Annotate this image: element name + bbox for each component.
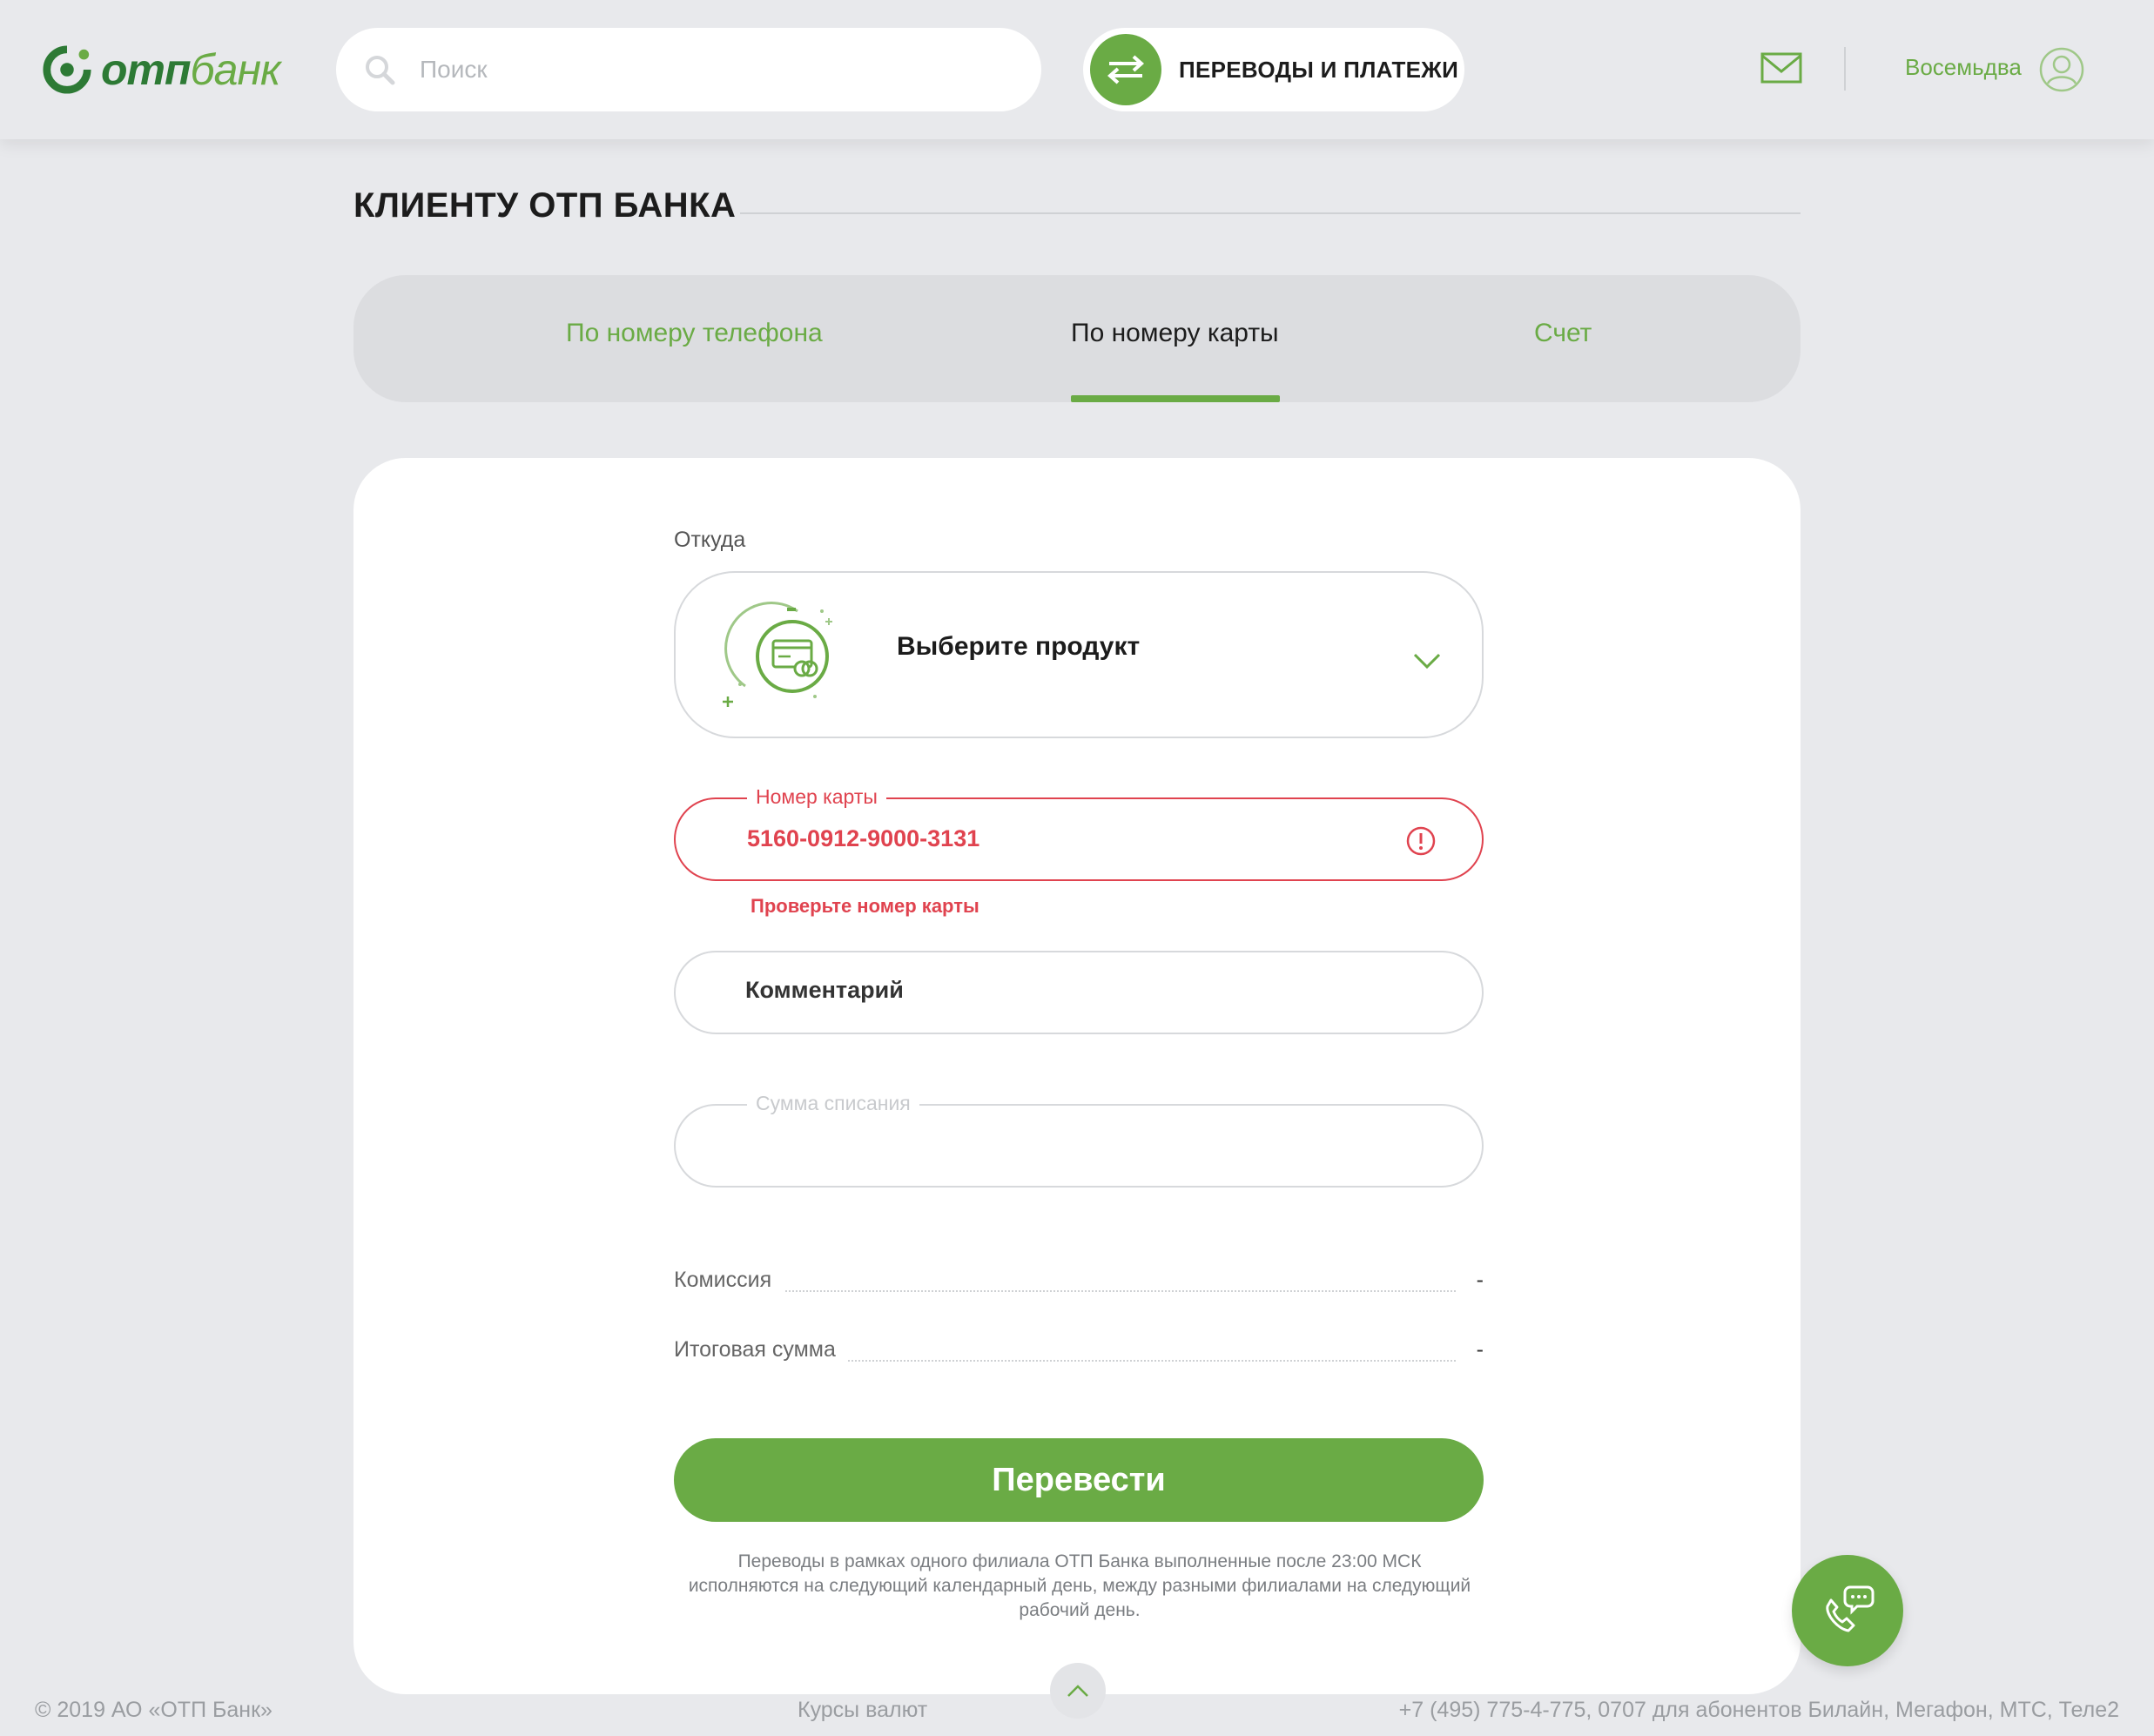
logo-otp: ОТП — [101, 45, 192, 94]
otp-logo-icon — [43, 45, 91, 94]
transfer-arrows-icon — [1090, 34, 1161, 105]
search-bar[interactable] — [336, 28, 1041, 111]
transfer-type-tabs: По номеру телефона По номеру карты Счет — [353, 275, 1801, 402]
card-number-label: Номер карты — [747, 785, 886, 809]
amount-input[interactable] — [747, 1132, 1374, 1159]
transfers-button[interactable]: ПЕРЕВОДЫ И ПЛАТЕЖИ — [1083, 28, 1464, 111]
commission-row: Комиссия - — [674, 1268, 1484, 1302]
search-input[interactable] — [420, 56, 942, 84]
active-tab-indicator — [1071, 395, 1280, 402]
chevron-up-icon — [1067, 1685, 1088, 1697]
user-avatar-icon[interactable] — [2039, 47, 2084, 92]
amount-field[interactable]: Сумма списания — [674, 1092, 1484, 1188]
error-exclamation-icon — [1406, 826, 1436, 856]
total-value: - — [1476, 1337, 1484, 1362]
tab-by-card[interactable]: По номеру карты — [1071, 319, 1279, 348]
transfer-note: Переводы в рамках одного филиала ОТП Бан… — [688, 1551, 1471, 1620]
card-number-error: Проверьте номер карты — [751, 895, 979, 917]
search-icon — [366, 56, 395, 85]
product-select-placeholder: Выберите продукт — [897, 632, 1141, 661]
dotted-leader — [674, 1290, 1456, 1292]
logo-bank: банк — [190, 45, 281, 94]
footer-copyright: © 2019 АО «ОТП Банк» — [35, 1698, 273, 1722]
card-number-input[interactable] — [747, 825, 1374, 852]
from-label: Откуда — [674, 528, 746, 552]
footer-rates-link[interactable]: Курсы валют — [798, 1698, 927, 1723]
tab-by-account[interactable]: Счет — [1534, 319, 1592, 348]
logo-text: ОТПбанк — [101, 45, 281, 94]
call-chat-button[interactable] — [1792, 1555, 1903, 1666]
title-divider — [740, 212, 1801, 214]
product-select[interactable]: Выберите продукт — [674, 571, 1484, 738]
total-label: Итоговая сумма — [674, 1337, 848, 1363]
user-name[interactable]: Восемьдва — [1905, 54, 2022, 81]
commission-value: - — [1476, 1268, 1484, 1292]
mail-icon[interactable] — [1760, 50, 1802, 85]
card-product-icon — [723, 602, 832, 707]
transfers-label: ПЕРЕВОДЫ И ПЛАТЕЖИ — [1179, 56, 1459, 83]
transfer-submit-button[interactable]: Перевести — [674, 1438, 1484, 1522]
page-title: КЛИЕНТУ ОТП БАНКА — [353, 186, 737, 225]
commission-label: Комиссия — [674, 1268, 784, 1293]
otp-logo[interactable]: ОТПбанк — [42, 42, 281, 98]
header: ОТПбанк ПЕРЕВОДЫ И ПЛАТЕЖИ Восемьдва — [0, 0, 2154, 139]
footer-phones: +7 (495) 775-4-775, 0707 для абонентов Б… — [1398, 1698, 2119, 1722]
card-number-field[interactable]: Номер карты — [674, 785, 1484, 881]
scroll-up-button[interactable] — [1050, 1663, 1106, 1719]
comment-field[interactable]: Комментарий — [674, 951, 1484, 1034]
comment-label: Комментарий — [745, 977, 904, 1003]
amount-label: Сумма списания — [747, 1092, 919, 1115]
phone-chat-icon — [1826, 1585, 1875, 1632]
chevron-down-icon — [1413, 653, 1441, 670]
header-divider — [1844, 47, 1846, 91]
tab-by-phone[interactable]: По номеру телефона — [566, 319, 823, 348]
total-row: Итоговая сумма - — [674, 1337, 1484, 1372]
